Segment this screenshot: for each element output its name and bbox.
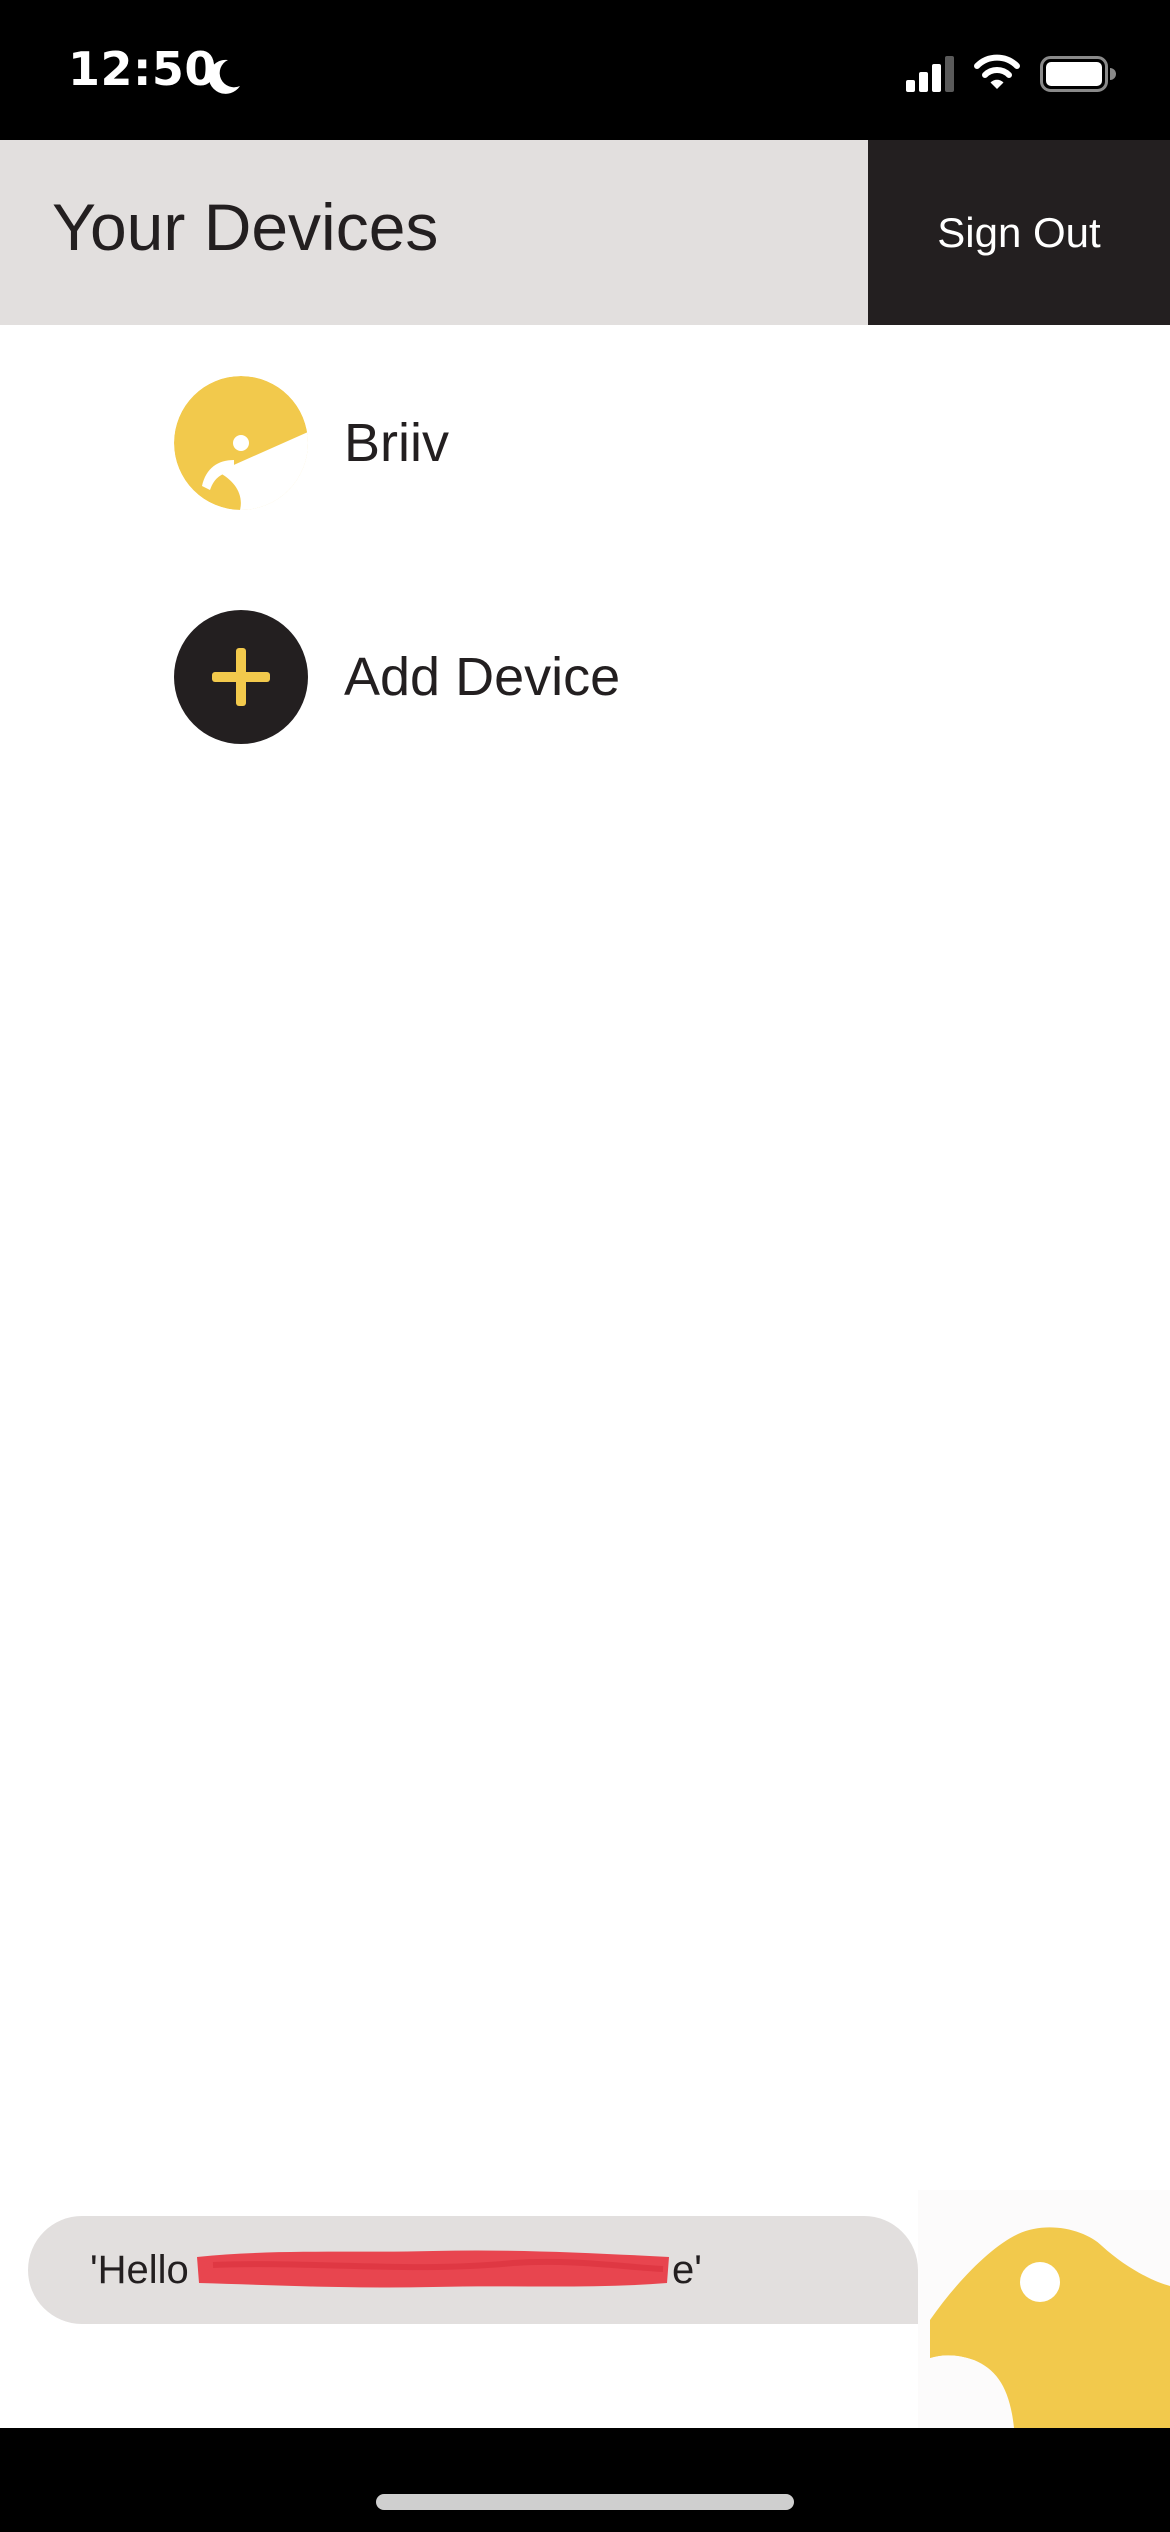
page-title: Your Devices xyxy=(52,190,439,264)
device-item-briiv[interactable]: Briiv xyxy=(174,376,449,510)
wifi-icon xyxy=(974,54,1020,89)
briiv-bird-icon xyxy=(174,376,308,510)
message-bubble: 'Hello e' xyxy=(28,2216,918,2324)
mascot-panel xyxy=(918,2190,1170,2428)
message-text-start: 'Hello xyxy=(90,2248,189,2292)
sign-out-button[interactable]: Sign Out xyxy=(868,140,1170,325)
message-text-end: e' xyxy=(672,2248,702,2292)
device-label-add: Add Device xyxy=(344,647,621,707)
home-indicator[interactable] xyxy=(376,2494,794,2510)
battery-icon xyxy=(1040,56,1116,92)
redaction-mark xyxy=(197,2250,669,2288)
header: Your Devices Sign Out xyxy=(0,140,1170,325)
plus-icon xyxy=(174,610,308,744)
status-time: 12:50 xyxy=(68,42,217,96)
device-label-briiv: Briiv xyxy=(344,413,449,473)
signal-icon xyxy=(906,56,954,92)
moon-icon xyxy=(208,59,240,94)
status-bar: 12:50 xyxy=(0,0,1170,140)
bottom-bar xyxy=(0,2428,1170,2532)
briiv-mascot-icon xyxy=(930,2227,1170,2428)
add-device-item[interactable]: Add Device xyxy=(174,610,620,744)
